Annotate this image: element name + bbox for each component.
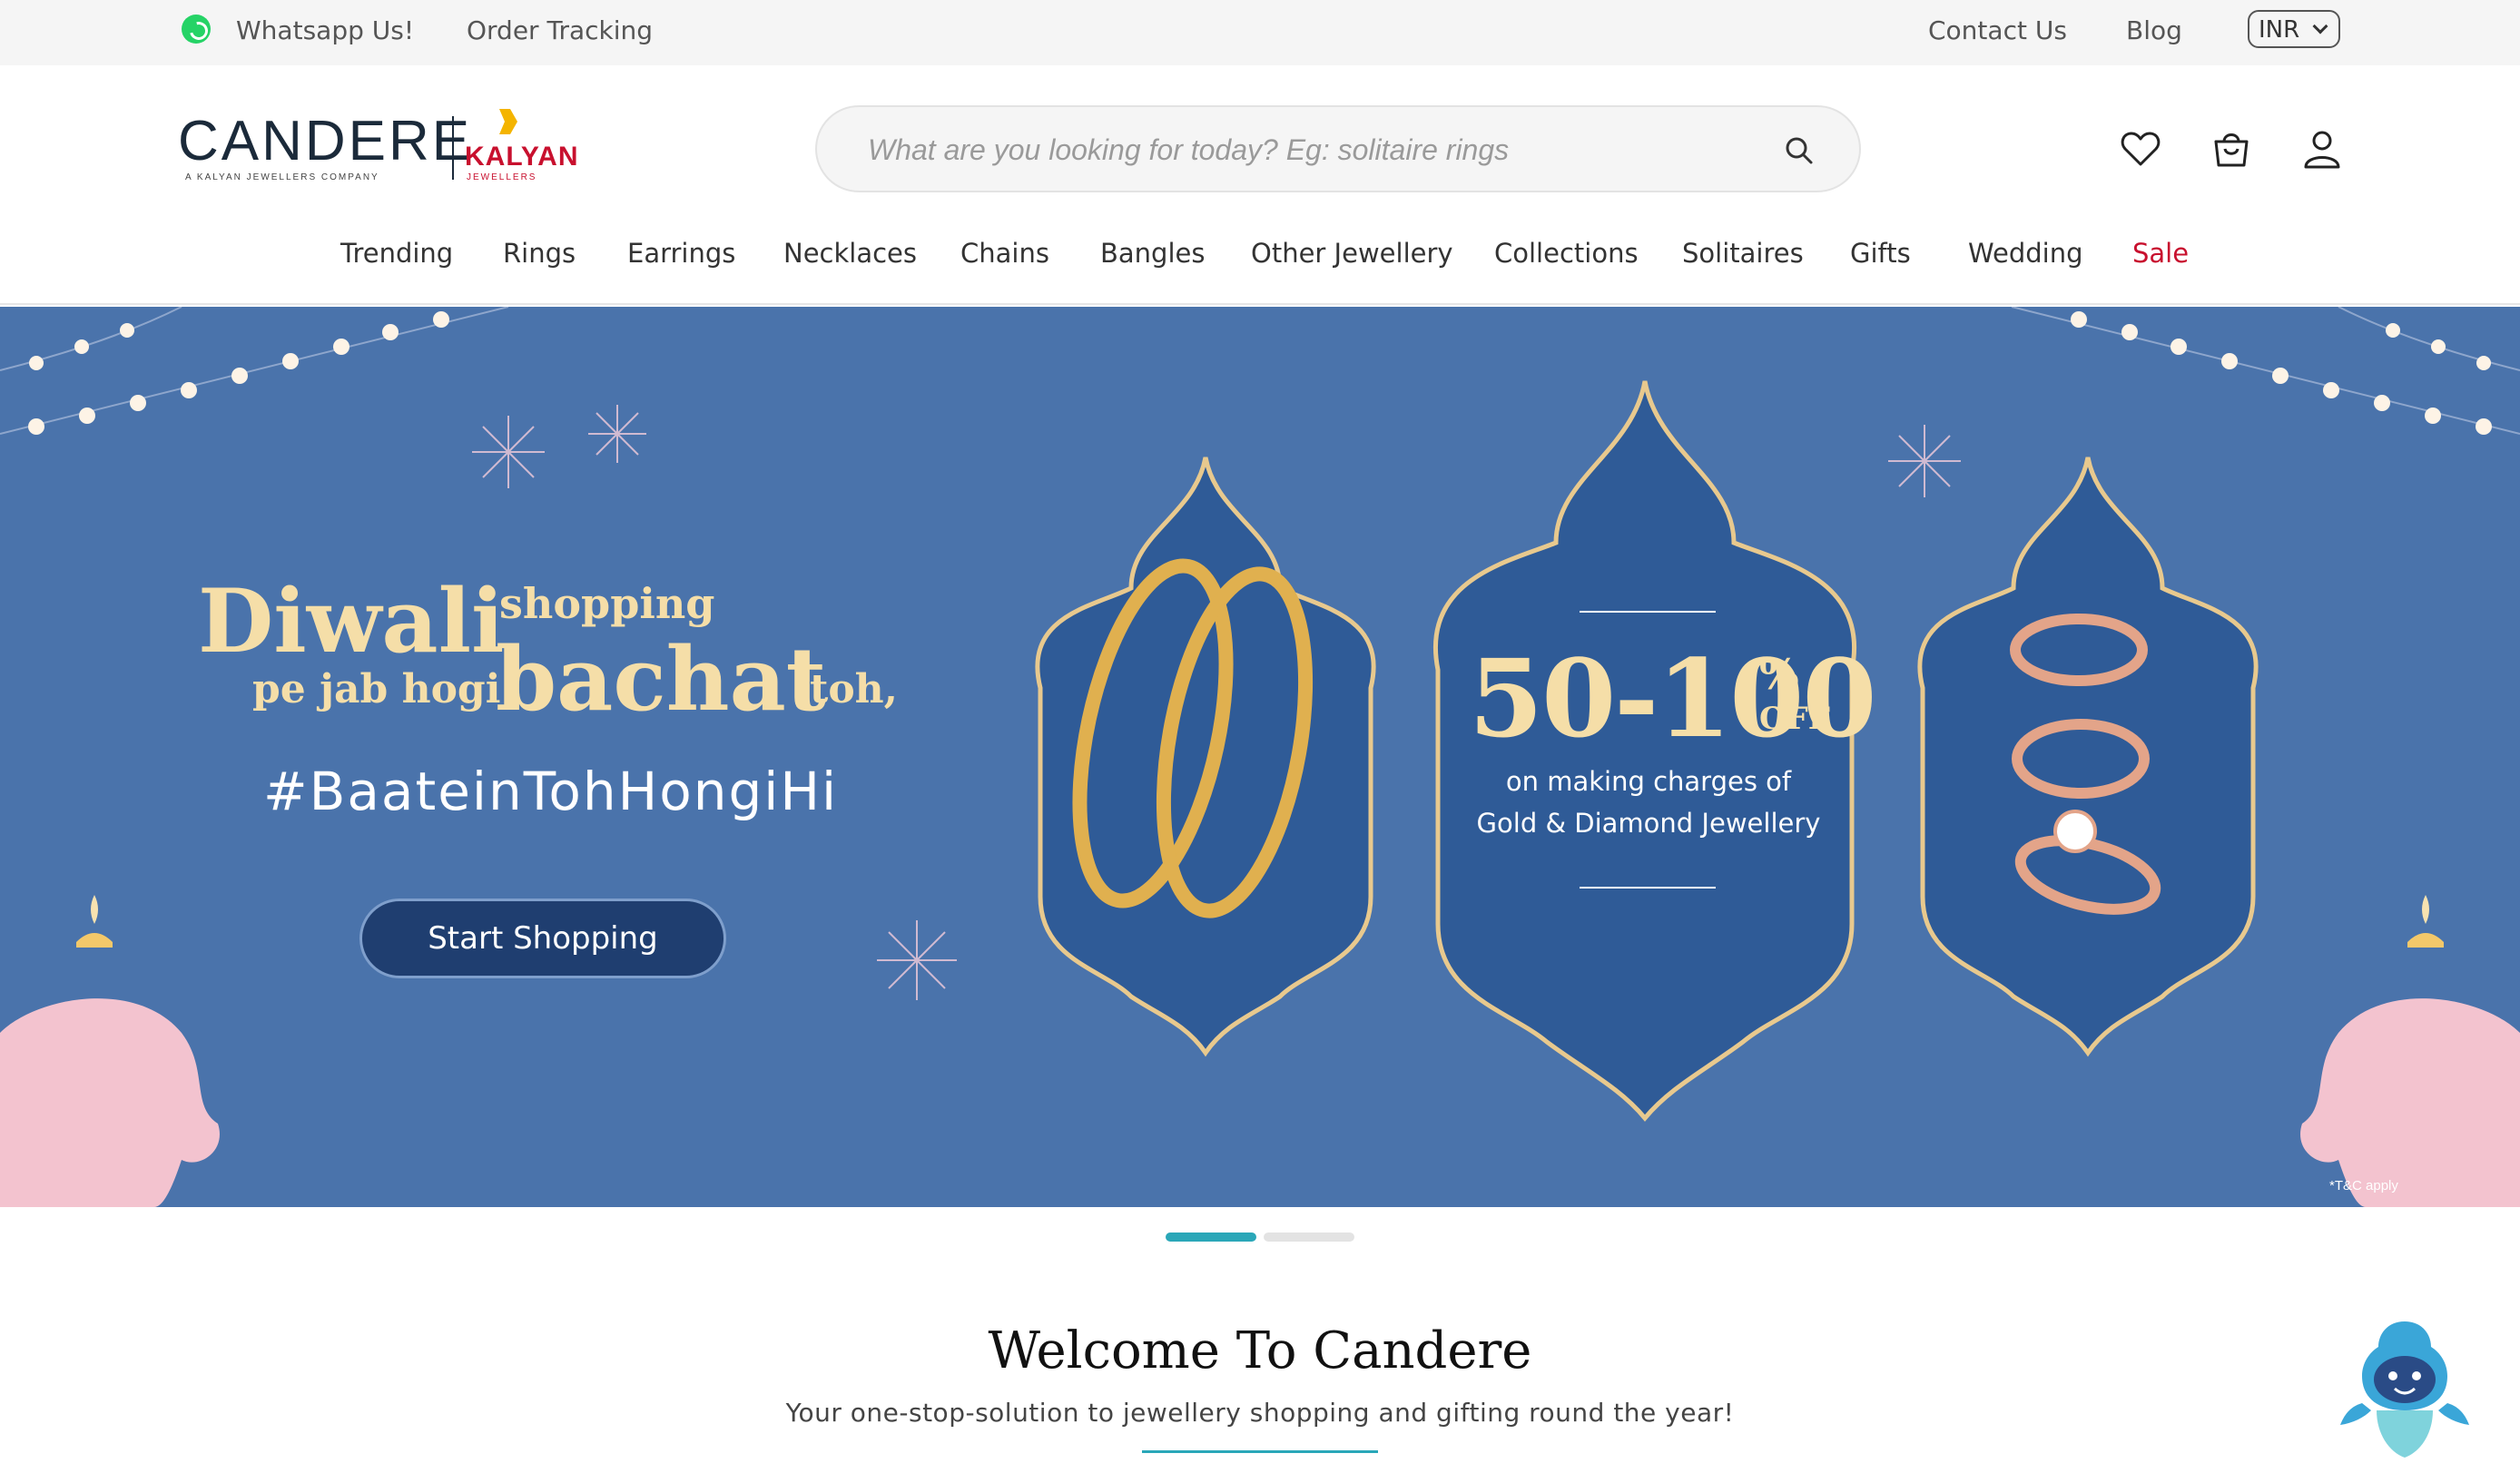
main-nav: Trending Rings Earrings Necklaces Chains… <box>0 232 2520 305</box>
search-input[interactable] <box>868 127 1757 172</box>
nav-item-sale[interactable]: Sale <box>2132 238 2189 269</box>
hero-hashtag: #BaateinTohHongiHi <box>263 761 839 822</box>
start-shopping-button[interactable]: Start Shopping <box>359 899 726 978</box>
whatsapp-icon[interactable] <box>182 15 211 44</box>
offer-value: 50-100 <box>1469 635 1876 761</box>
hero-line2-end: toh, <box>810 666 898 712</box>
site-logo[interactable]: CANDERE A KALYAN JEWELLERS COMPANY KALYA… <box>178 109 578 185</box>
nav-item-other-jewellery[interactable]: Other Jewellery <box>1251 238 1453 269</box>
welcome-subtitle: Your one-stop-solution to jewellery shop… <box>785 1398 1735 1428</box>
offer-off: OFF <box>1759 701 1830 737</box>
nav-item-solitaires[interactable]: Solitaires <box>1682 238 1804 269</box>
heart-icon[interactable] <box>2119 127 2162 171</box>
carousel-dot-2[interactable] <box>1264 1233 1354 1242</box>
whatsapp-link[interactable]: Whatsapp Us! <box>236 15 414 46</box>
chevron-down-icon <box>2312 18 2328 34</box>
welcome-title: Welcome To Candere <box>988 1321 1532 1380</box>
nav-item-rings[interactable]: Rings <box>503 238 576 269</box>
hero-line2-small: pe jab hogi <box>252 666 501 712</box>
nav-item-necklaces[interactable]: Necklaces <box>783 238 917 269</box>
offer-line-2: Gold & Diamond Jewellery <box>1476 808 1821 839</box>
order-tracking-link[interactable]: Order Tracking <box>467 15 653 46</box>
nav-item-bangles[interactable]: Bangles <box>1100 238 1205 269</box>
kalyan-mark-icon <box>499 109 517 134</box>
hero-banner[interactable]: Diwali shopping pe jab hogi bachat toh, … <box>0 307 2520 1207</box>
nav-item-trending[interactable]: Trending <box>340 238 453 269</box>
logo-divider <box>452 116 454 180</box>
offer-percent: % <box>1759 650 1799 699</box>
search-icon[interactable] <box>1783 134 1816 167</box>
hero-line1-big: Diwali <box>198 570 505 673</box>
tc-disclaimer: *T&C apply <box>2329 1178 2398 1193</box>
logo-partner: KALYAN <box>465 142 579 172</box>
nav-item-wedding[interactable]: Wedding <box>1968 238 2082 269</box>
logo-partner-sub: JEWELLERS <box>467 172 537 182</box>
nav-item-gifts[interactable]: Gifts <box>1850 238 1911 269</box>
hero-line1-small: shopping <box>499 579 715 628</box>
nav-item-chains[interactable]: Chains <box>960 238 1049 269</box>
logo-tagline: A KALYAN JEWELLERS COMPANY <box>185 172 379 182</box>
contact-us-link[interactable]: Contact Us <box>1928 15 2067 46</box>
nav-item-collections[interactable]: Collections <box>1494 238 1639 269</box>
chatbot-icon[interactable] <box>2340 1316 2469 1461</box>
utility-bar: Whatsapp Us! Order Tracking Contact Us B… <box>0 0 2520 65</box>
hero-line2-big: bachat <box>496 628 827 731</box>
currency-value: INR <box>2259 16 2300 44</box>
hero-artwork <box>0 307 2520 1207</box>
offer-line-1: on making charges of <box>1505 766 1792 797</box>
currency-select[interactable]: INR <box>2248 10 2340 48</box>
user-icon[interactable] <box>2300 127 2344 171</box>
blog-link[interactable]: Blog <box>2126 15 2182 46</box>
logo-brand: CANDERE <box>178 110 473 172</box>
shopping-bag-icon[interactable] <box>2210 127 2253 171</box>
carousel-dot-1[interactable] <box>1166 1233 1256 1242</box>
welcome-divider <box>1142 1450 1378 1453</box>
search-bar <box>815 105 1861 192</box>
nav-item-earrings[interactable]: Earrings <box>627 238 735 269</box>
